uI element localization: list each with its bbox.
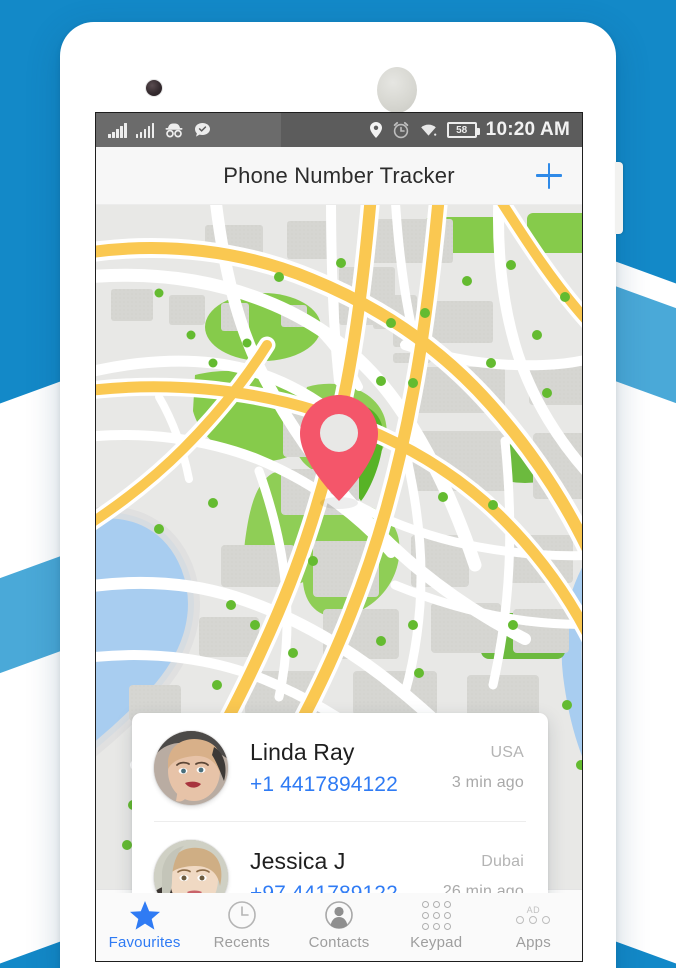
phone-device-frame: 58 10:20 AM Phone Number Tracker Linda R… <box>60 22 623 968</box>
contact-meta-1: USA 3 min ago <box>452 744 526 792</box>
ad-badge: AD <box>526 905 541 915</box>
message-check-icon <box>195 123 210 137</box>
apps-dots-icon: AD <box>516 900 551 930</box>
power-button[interactable] <box>615 162 623 234</box>
phone-screen: 58 10:20 AM Phone Number Tracker Linda R… <box>95 112 583 962</box>
nav-item-favourites[interactable]: Favourites <box>96 890 193 961</box>
bottom-navigation-bar: Favourites Recents Contacts Keypad AD Ap… <box>96 889 582 961</box>
status-bar-clock: 10:20 AM <box>485 119 570 140</box>
earpiece-sensor-icon <box>377 67 417 113</box>
contact-phone-number[interactable]: +97 441789122 <box>250 882 443 893</box>
battery-indicator: 58 <box>446 122 480 138</box>
contact-location: USA <box>490 744 524 761</box>
status-bar-right-icons: 58 10:20 AM <box>369 119 582 141</box>
contact-name: Jessica J <box>250 848 346 875</box>
incognito-icon <box>165 123 183 138</box>
contact-timestamp: 3 min ago <box>451 774 524 791</box>
plus-icon[interactable] <box>534 161 564 191</box>
app-title-bar: Phone Number Tracker <box>96 147 582 205</box>
avatar-jessica-j <box>154 840 228 893</box>
wifi-icon <box>420 124 436 136</box>
contact-timestamp: 26 min ago <box>442 883 524 893</box>
contact-name: Linda Ray <box>250 739 355 766</box>
contact-info-2: Jessica J +97 441789122 <box>228 848 443 893</box>
contact-info-1: Linda Ray +1 4417894122 <box>228 739 452 796</box>
status-bar: 58 10:20 AM <box>96 113 582 147</box>
nav-item-keypad[interactable]: Keypad <box>388 890 485 961</box>
contact-row-1[interactable]: Linda Ray +1 4417894122 USA 3 min ago <box>132 713 548 821</box>
nav-item-apps[interactable]: AD Apps <box>485 890 582 961</box>
clock-icon <box>227 900 257 930</box>
keypad-dots-icon <box>421 900 451 930</box>
signal-bars-sim1-icon <box>108 123 127 138</box>
contacts-card: Linda Ray +1 4417894122 USA 3 min ago Je… <box>132 713 548 893</box>
location-pin-icon <box>369 122 382 138</box>
nav-label-favourites: Favourites <box>108 934 181 951</box>
contact-row-2[interactable]: Jessica J +97 441789122 Dubai 26 min ago <box>132 822 548 893</box>
nav-item-recents[interactable]: Recents <box>193 890 290 961</box>
battery-level-text: 58 <box>456 124 468 136</box>
signal-bars-sim2-icon <box>135 123 154 138</box>
nav-item-contacts[interactable]: Contacts <box>290 890 387 961</box>
contact-meta-2: Dubai 26 min ago <box>443 853 526 893</box>
phone-top-curve <box>60 22 616 74</box>
avatar-linda-ray <box>154 731 228 805</box>
contact-location: Dubai <box>481 853 524 870</box>
contact-phone-number[interactable]: +1 4417894122 <box>250 773 452 797</box>
nav-label-apps: Apps <box>515 934 551 951</box>
page-title: Phone Number Tracker <box>223 162 455 188</box>
nav-label-recents: Recents <box>213 934 271 951</box>
star-icon <box>129 900 161 930</box>
nav-label-contacts: Contacts <box>308 934 370 951</box>
person-icon <box>324 900 354 930</box>
alarm-clock-icon <box>393 121 408 139</box>
camera-dot-icon <box>146 80 162 96</box>
map-view[interactable]: Linda Ray +1 4417894122 USA 3 min ago Je… <box>96 205 582 893</box>
nav-label-keypad: Keypad <box>410 934 463 951</box>
status-bar-left-icons <box>96 122 211 138</box>
